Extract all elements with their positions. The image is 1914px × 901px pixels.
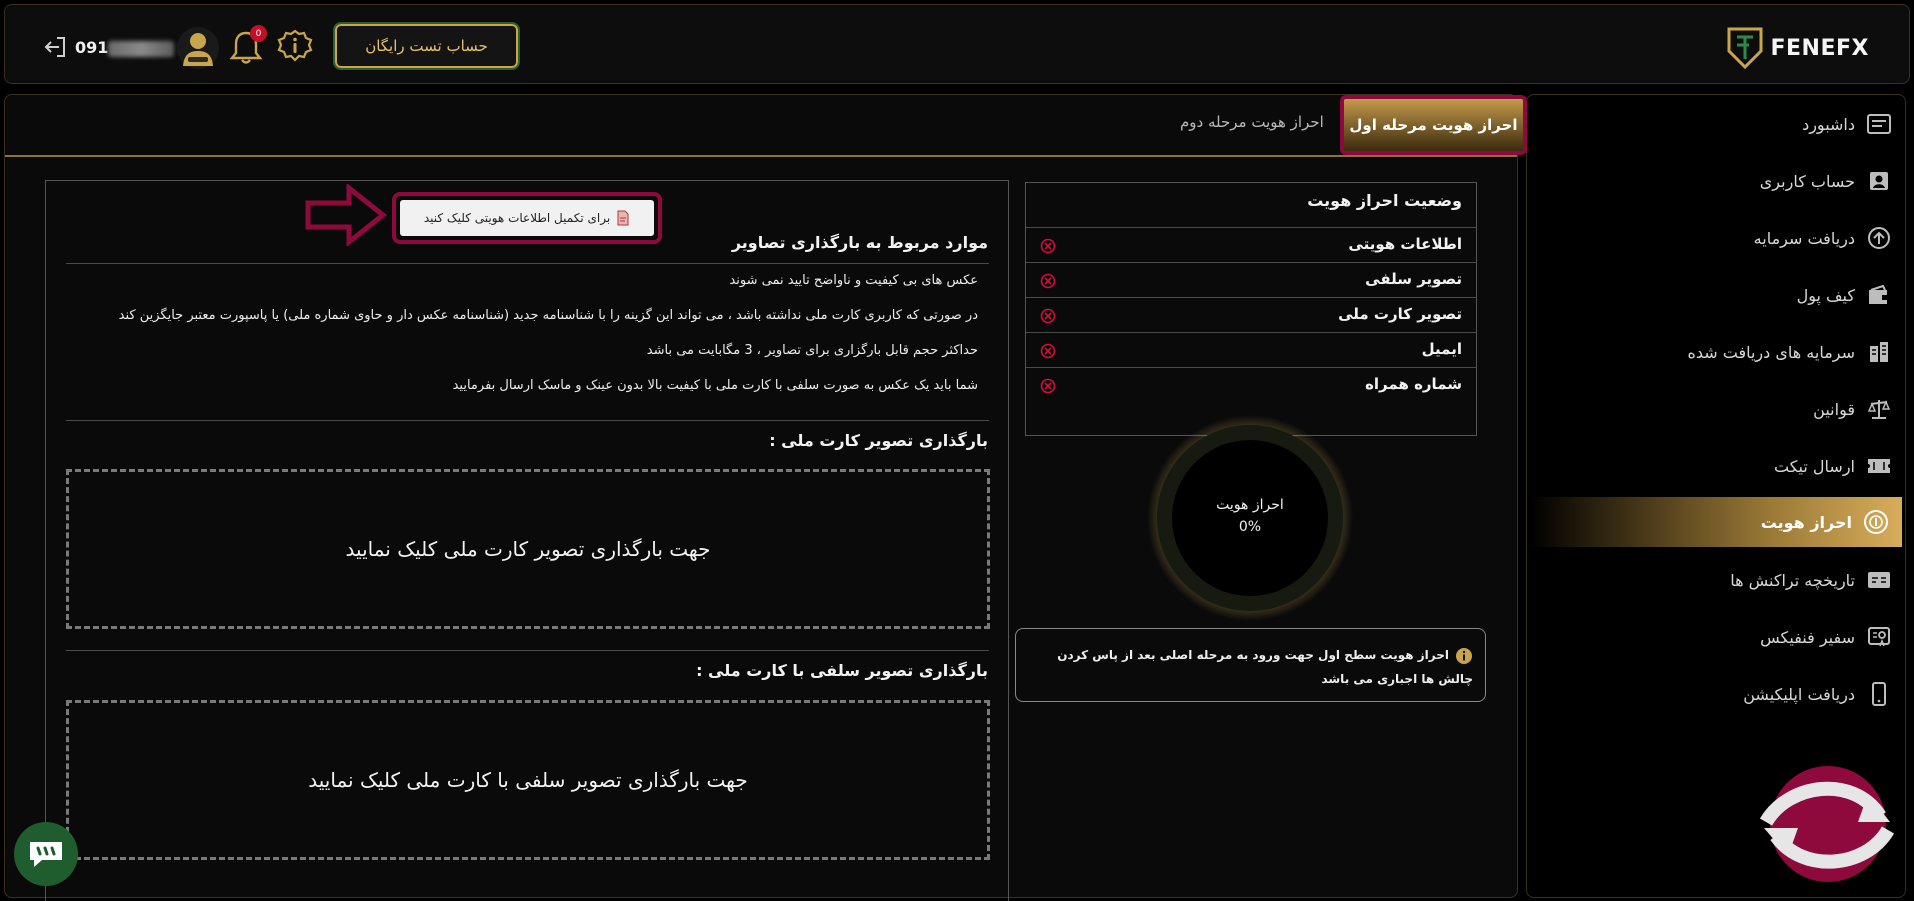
sidebar-item-ambassador[interactable]: سفیر فنفیکس [1533, 612, 1905, 662]
sidebar-item-verification[interactable]: احراز هویت [1530, 497, 1902, 547]
gauge-value: 0% [1238, 519, 1262, 535]
user-card-icon [1865, 167, 1893, 195]
status-row-label: شماره همراه [1365, 375, 1462, 393]
free-trial-button[interactable]: حساب تست رایگان [333, 22, 520, 70]
avatar[interactable] [177, 27, 219, 69]
support-chat-button[interactable] [14, 822, 78, 886]
national-card-dropzone[interactable]: جهت بارگذاری تصویر کارت ملی کلیک نمایید [66, 469, 990, 629]
tab-verification-step-two[interactable]: احراز هویت مرحله دوم [1180, 113, 1324, 131]
rule-item: عکس های بی کیفیت و ناواضح تایید نمی شوند [729, 273, 978, 288]
verification-note-text: احراز هویت سطح اول جهت ورود به مرحله اصل… [1057, 648, 1473, 686]
divider [66, 263, 989, 264]
chat-icon [30, 842, 62, 867]
sidebar-item-label: سفیر فنفیکس [1760, 627, 1855, 647]
ambassador-icon [1865, 623, 1893, 651]
error-circle-icon [1040, 273, 1056, 289]
verification-note: احراز هویت سطح اول جهت ورود به مرحله اصل… [1015, 628, 1486, 702]
sidebar-item-label: داشبورد [1802, 114, 1855, 134]
rules-title: موارد مربوط به بارگذاری تصاویر [731, 233, 988, 252]
status-row: اطلاعات هویتی [1026, 227, 1476, 262]
status-title: وضعیت احراز هویت [1307, 191, 1462, 210]
status-row: تصویر سلفی [1026, 262, 1476, 297]
selfie-dropzone[interactable]: جهت بارگذاری تصویر سلفی با کارت ملی کلیک… [66, 700, 990, 860]
sidebar-item-label: حساب کاربری [1759, 171, 1855, 191]
complete-identity-inner: برای تکمیل اطلاعات هویتی کلیک کنید [400, 200, 654, 236]
wallet-icon [1865, 281, 1893, 309]
info-icon[interactable] [277, 29, 313, 65]
selfie-title: بارگذاری تصویر سلفی با کارت ملی : [696, 661, 988, 680]
divider [66, 650, 989, 651]
brand-logo[interactable]: FENEFX [1725, 25, 1870, 71]
dashboard-icon [1865, 110, 1893, 138]
ticket-icon [1865, 452, 1893, 480]
sidebar-item-dashboard[interactable]: داشبورد [1533, 99, 1905, 149]
divider [66, 420, 989, 421]
rule-item: حداکثر حجم قابل بارگزاری برای تصاویر ، 3… [646, 343, 978, 358]
tabs-divider [5, 155, 1517, 157]
transactions-icon [1865, 566, 1893, 594]
sidebar-item-received-capital[interactable]: سرمایه های دریافت شده [1533, 327, 1905, 377]
sidebar-item-account[interactable]: حساب کاربری [1533, 156, 1905, 206]
brand-name: FENEFX [1770, 35, 1869, 61]
logout-icon[interactable] [43, 35, 67, 59]
user-phone: 091 [75, 38, 175, 57]
app-switch-icon[interactable] [1758, 764, 1908, 884]
complete-identity-label: برای تکمیل اطلاعات هویتی کلیک کنید [423, 211, 611, 225]
phone-prefix: 091 [75, 38, 109, 57]
fenefx-logo-icon [1727, 27, 1762, 70]
gauge-text: احراز هویت 0% [1200, 494, 1300, 538]
notification-badge: 0 [250, 25, 267, 42]
error-circle-icon [1040, 378, 1056, 394]
tab-verification-step-one[interactable]: احراز هویت مرحله اول [1340, 95, 1527, 155]
phone-blurred [108, 40, 175, 57]
status-row-label: ایمیل [1421, 340, 1462, 358]
info-circle-icon [1456, 647, 1472, 664]
gauge-label: احراز هویت [1216, 497, 1284, 513]
document-icon [617, 210, 629, 226]
status-row: تصویر کارت ملی [1026, 297, 1476, 332]
user-avatar-icon [183, 33, 213, 66]
sidebar-item-label: احراز هویت [1760, 512, 1852, 532]
error-circle-icon [1040, 343, 1056, 359]
status-row-label: تصویر سلفی [1365, 270, 1462, 288]
sidebar-item-label: ارسال تیکت [1774, 456, 1855, 476]
sidebar-item-label: سرمایه های دریافت شده [1687, 342, 1855, 362]
sidebar-item-label: تاریخچه تراکنش ها [1730, 570, 1855, 590]
sidebar-item-label: دریافت سرمایه [1753, 228, 1855, 248]
status-row: ایمیل [1026, 332, 1476, 367]
fingerprint-icon [1862, 508, 1890, 536]
complete-identity-button[interactable]: برای تکمیل اطلاعات هویتی کلیک کنید [392, 192, 662, 244]
status-row-label: تصویر کارت ملی [1338, 305, 1462, 323]
sidebar-item-get-capital[interactable]: دریافت سرمایه [1533, 213, 1905, 263]
sidebar-item-label: دریافت اپلیکیشن [1743, 684, 1855, 704]
sidebar-item-rules[interactable]: قوانین [1533, 384, 1905, 434]
rule-item: شما باید یک عکس به صورت سلفی با کارت ملی… [452, 378, 978, 393]
status-row-label: اطلاعات هویتی [1348, 235, 1462, 253]
buildings-icon [1865, 338, 1893, 366]
status-row: شماره همراه [1026, 367, 1476, 402]
top-header: FENEFX حساب تست رایگان 0 091 [4, 4, 1910, 84]
national-card-title: بارگذاری تصویر کارت ملی : [769, 431, 988, 450]
capital-icon [1865, 224, 1893, 252]
error-circle-icon [1040, 238, 1056, 254]
sidebar-item-get-app[interactable]: دریافت اپلیکیشن [1533, 669, 1905, 719]
sidebar-item-send-ticket[interactable]: ارسال تیکت [1533, 441, 1905, 491]
pointer-arrow-icon [305, 184, 387, 246]
error-circle-icon [1040, 308, 1056, 324]
mobile-icon [1865, 680, 1893, 708]
rule-item: در صورتی که کاربری کارت ملی نداشته باشد … [118, 308, 978, 323]
verification-status-panel: وضعیت احراز هویت اطلاعات هویتی تصویر سلف… [1025, 182, 1477, 436]
scale-icon [1865, 395, 1893, 423]
sidebar-item-transactions[interactable]: تاریخچه تراکنش ها [1533, 555, 1905, 605]
sidebar-item-label: قوانین [1813, 399, 1855, 419]
sidebar-item-label: کیف پول [1796, 285, 1855, 305]
upload-panel: موارد مربوط به بارگذاری تصاویر عکس های ب… [45, 180, 1009, 901]
sidebar-item-wallet[interactable]: کیف پول [1533, 270, 1905, 320]
